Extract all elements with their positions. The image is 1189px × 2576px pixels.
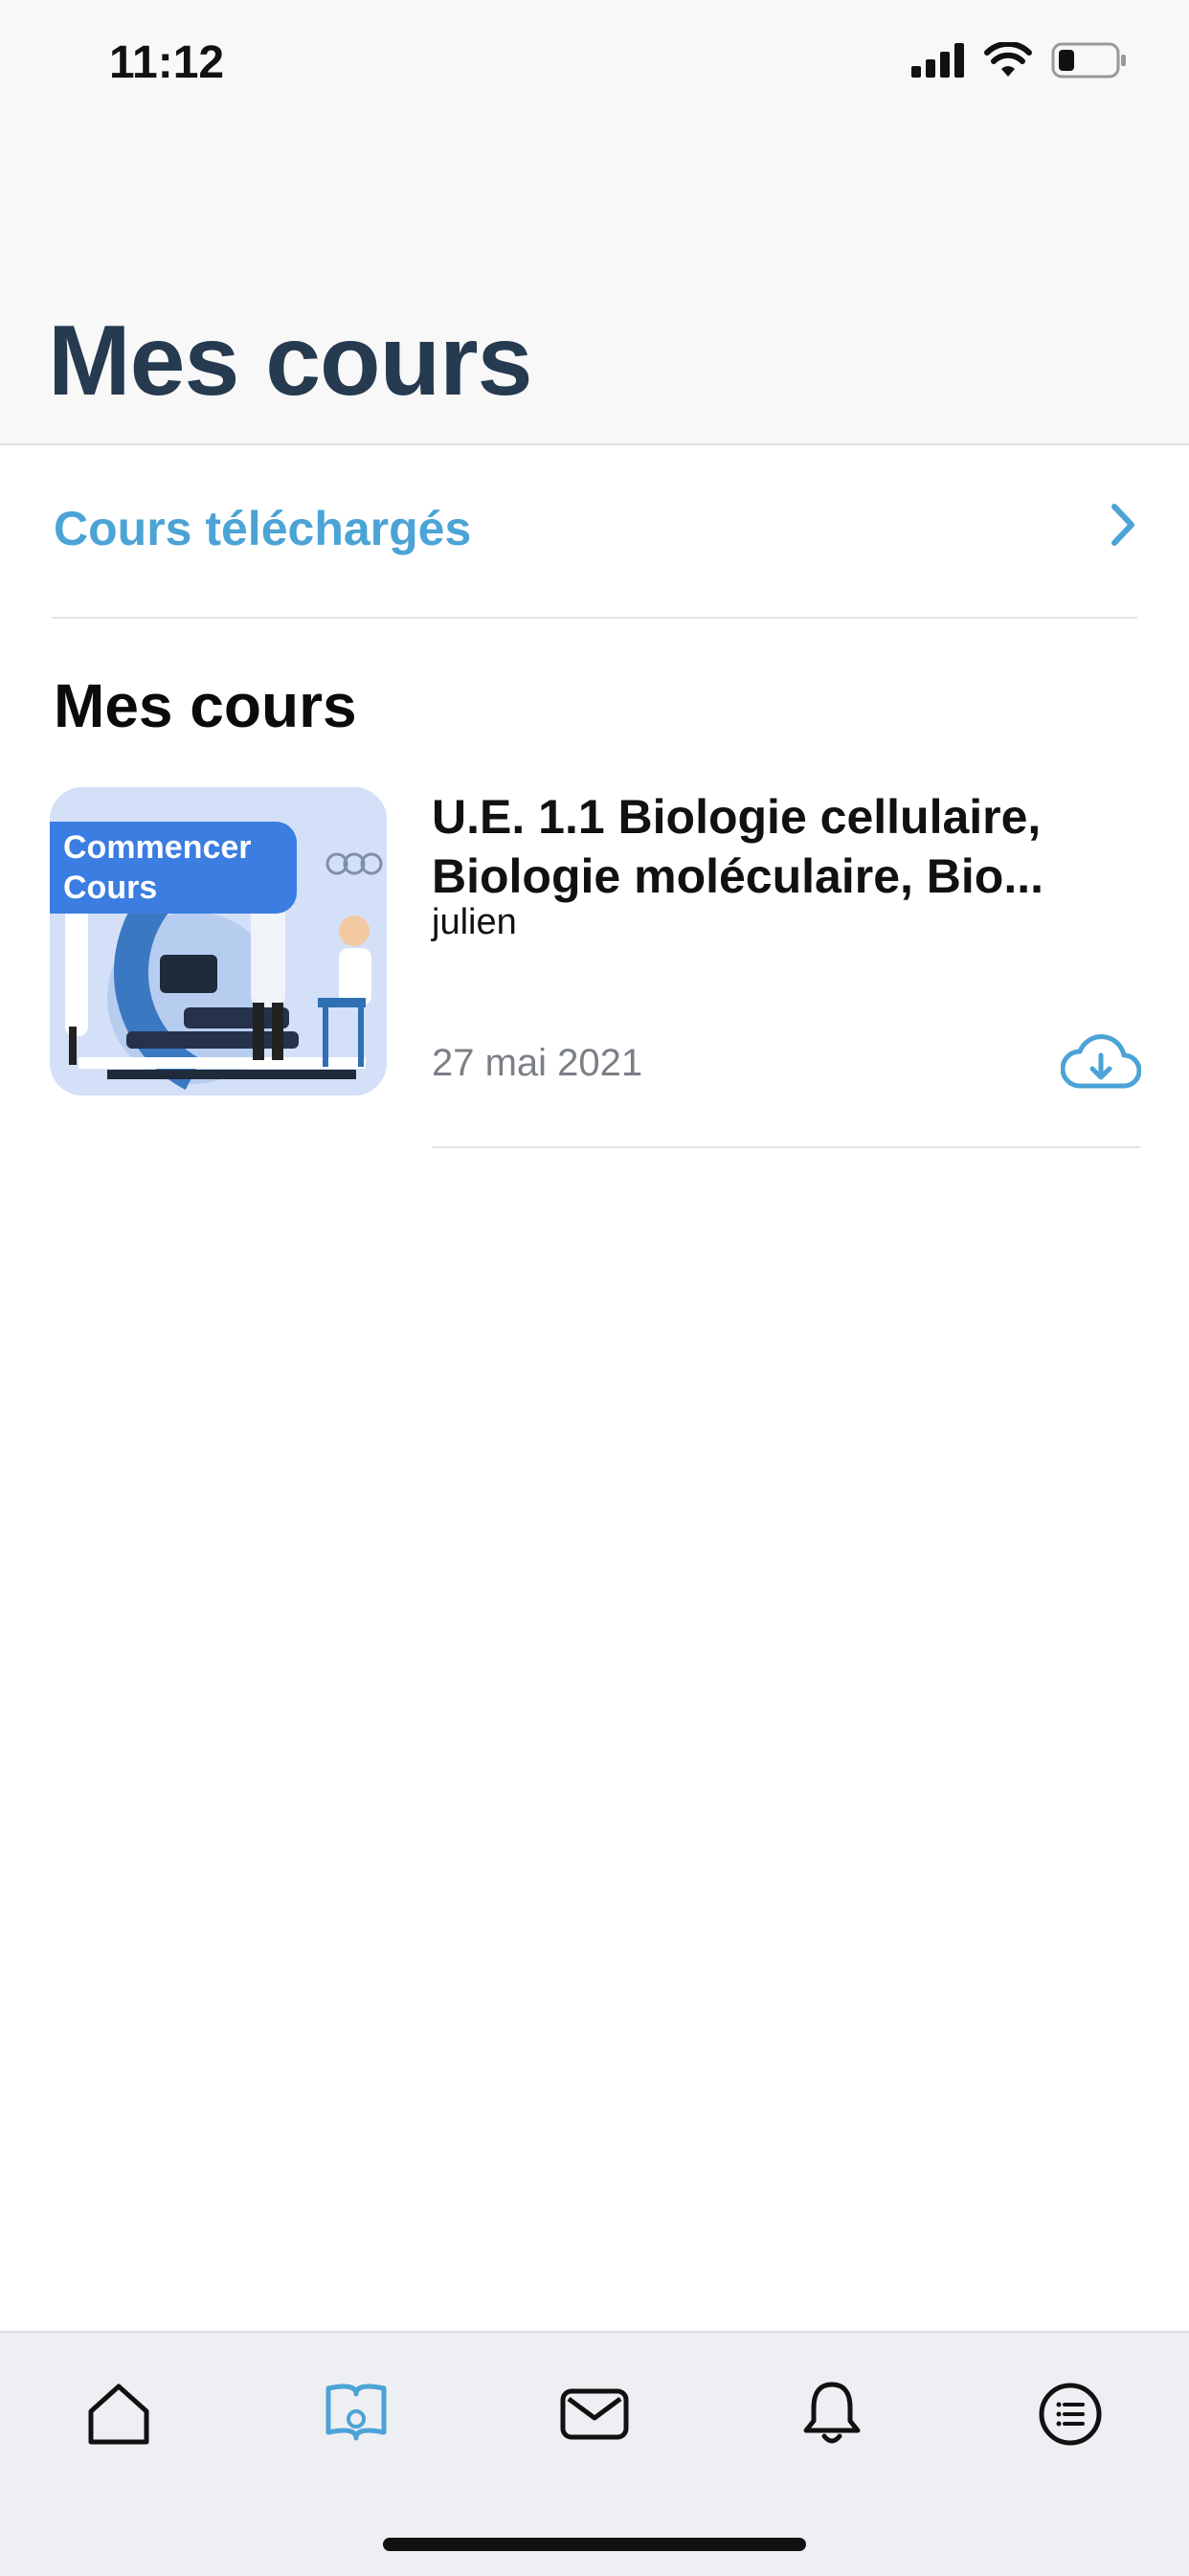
course-date: 27 mai 2021 [432, 1042, 643, 1084]
downloaded-courses-row[interactable]: Cours téléchargés [0, 445, 1189, 618]
signal-icon [911, 43, 964, 78]
wifi-icon [984, 42, 1032, 77]
home-indicator[interactable] [383, 2538, 806, 2551]
chevron-right-icon [1111, 504, 1134, 546]
downloaded-courses-label: Cours téléchargés [54, 502, 472, 555]
divider [52, 617, 1137, 619]
mail-icon [560, 2388, 629, 2440]
cloud-download-icon[interactable] [1061, 1032, 1141, 1092]
divider [432, 1146, 1140, 1148]
tab-courses[interactable] [313, 2371, 399, 2457]
book-icon [325, 2384, 387, 2441]
home-icon [88, 2384, 149, 2445]
course-thumbnail[interactable]: Commencer Cours [50, 787, 387, 1096]
bell-icon [803, 2382, 861, 2444]
start-course-badge-line1: Commencer [63, 829, 252, 866]
status-icons [911, 42, 1128, 79]
status-time: 11:12 [109, 37, 225, 88]
course-title: U.E. 1.1 Biologie cellulaire, Biologie m… [432, 790, 1044, 903]
tab-home[interactable] [76, 2371, 162, 2457]
course-item[interactable]: Commencer Cours U.E. 1.1 Biologie cellul… [50, 787, 1141, 1151]
start-course-badge-line2: Cours [63, 870, 158, 906]
menu-icon [1039, 2383, 1102, 2446]
tab-messages[interactable] [551, 2371, 638, 2457]
course-author: julien [432, 902, 517, 942]
header: 11:12 Mes cours [0, 0, 1189, 445]
start-course-badge[interactable]: Commencer Cours [50, 822, 297, 914]
section-title: Mes cours [54, 671, 357, 740]
battery-icon [1051, 42, 1126, 79]
tab-notifications[interactable] [789, 2371, 875, 2457]
tab-menu[interactable] [1027, 2371, 1113, 2457]
page-title: Mes cours [48, 305, 532, 417]
